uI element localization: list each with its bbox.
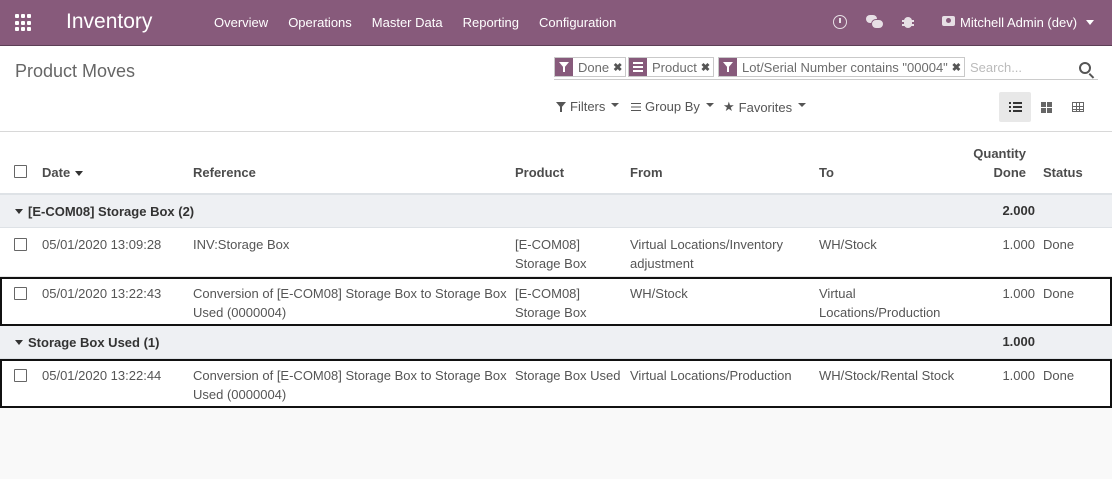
pivot-table-icon <box>1071 102 1084 112</box>
column-date[interactable]: Date <box>42 165 84 180</box>
facet-label: Product <box>652 59 697 75</box>
table-row[interactable]: 05/01/2020 13:22:43 Conversion of [E-COM… <box>0 277 1112 326</box>
cell-product: [E-COM08] Storage Box <box>515 286 587 320</box>
remove-facet-icon[interactable]: ✖ <box>701 61 713 74</box>
chevron-down-icon[interactable] <box>1086 20 1094 25</box>
cell-product: Storage Box Used <box>515 368 621 383</box>
cell-reference: Conversion of [E-COM08] Storage Box to S… <box>193 286 507 320</box>
facet-label: Done <box>578 59 610 75</box>
user-icon[interactable] <box>942 16 955 26</box>
search-input[interactable] <box>970 58 1074 76</box>
cell-from: Virtual Locations/Inventory adjustment <box>630 237 783 271</box>
caret-down-icon <box>15 209 23 214</box>
control-panel: Product Moves Done ✖ Product ✖ Lot/Seria… <box>0 46 1112 132</box>
filter-icon <box>719 58 737 76</box>
app-name[interactable]: Inventory <box>66 10 152 34</box>
row-checkbox[interactable] <box>14 287 27 300</box>
search-icon[interactable] <box>1079 62 1091 74</box>
clock-icon[interactable] <box>833 15 847 29</box>
product-moves-table: Date Reference Product From To Quantity … <box>0 132 1112 408</box>
pivot-view-button[interactable] <box>1062 92 1093 122</box>
group-name: [E-COM08] Storage Box (2) <box>28 204 195 219</box>
facet-label: Lot/Serial Number contains "00004" <box>742 59 948 75</box>
cell-date: 05/01/2020 13:09:28 <box>42 237 162 252</box>
caret-down-icon <box>611 102 620 107</box>
table-row[interactable]: 05/01/2020 13:22:44 Conversion of [E-COM… <box>0 359 1112 408</box>
list-icon <box>1008 102 1022 112</box>
cell-reference: INV:Storage Box <box>193 237 290 252</box>
remove-facet-icon[interactable]: ✖ <box>952 61 964 74</box>
group-by-icon <box>631 102 641 112</box>
menu-configuration[interactable]: Configuration <box>539 15 616 30</box>
group-row[interactable]: Storage Box Used (1) 1.000 <box>0 326 1112 359</box>
list-view-button[interactable] <box>999 92 1031 122</box>
menu-overview[interactable]: Overview <box>214 15 268 30</box>
group-by-icon <box>629 58 647 76</box>
cell-to: Virtual Locations/Production <box>819 286 941 320</box>
column-status[interactable]: Status <box>1043 165 1083 180</box>
column-from[interactable]: From <box>630 165 663 180</box>
filters-button[interactable]: Filters <box>556 99 620 114</box>
cell-reference: Conversion of [E-COM08] Storage Box to S… <box>193 368 507 402</box>
cell-quantity: 1.000 <box>1002 237 1035 252</box>
column-product[interactable]: Product <box>515 165 564 180</box>
filters-label: Filters <box>570 99 606 114</box>
filter-icon <box>556 101 566 112</box>
group-row[interactable]: [E-COM08] Storage Box (2) 2.000 <box>0 195 1112 228</box>
cell-from: WH/Stock <box>630 286 688 301</box>
table-row[interactable]: 05/01/2020 13:09:28 INV:Storage Box [E-C… <box>0 228 1112 277</box>
table-header: Date Reference Product From To Quantity … <box>0 132 1112 195</box>
facet-lot-serial: Lot/Serial Number contains "00004" ✖ <box>718 57 966 77</box>
caret-down-icon <box>705 102 714 107</box>
group-name: Storage Box Used (1) <box>28 335 160 350</box>
cell-status: Done <box>1043 286 1075 301</box>
cell-quantity: 1.000 <box>1002 286 1035 301</box>
cell-status: Done <box>1043 237 1075 252</box>
column-quantity-done[interactable]: Quantity <box>973 146 1026 161</box>
caret-down-icon <box>798 103 807 107</box>
breadcrumb: Product Moves <box>15 61 136 81</box>
row-checkbox[interactable] <box>14 369 27 382</box>
sort-desc-icon <box>75 171 84 176</box>
cell-quantity: 1.000 <box>1002 368 1035 383</box>
cell-to: WH/Stock <box>819 237 877 252</box>
top-navbar: Inventory Overview Operations Master Dat… <box>0 0 1112 46</box>
column-to[interactable]: To <box>819 165 834 180</box>
favorites-button[interactable]: ★ Favorites <box>723 99 807 115</box>
bug-icon[interactable] <box>902 14 914 29</box>
row-checkbox[interactable] <box>14 238 27 251</box>
cell-date: 05/01/2020 13:22:44 <box>42 368 162 383</box>
star-icon: ★ <box>723 99 735 114</box>
menu-reporting[interactable]: Reporting <box>463 15 519 30</box>
column-reference[interactable]: Reference <box>193 165 256 180</box>
search-bar: Done ✖ Product ✖ Lot/Serial Number conta… <box>554 56 1098 80</box>
cell-product: [E-COM08] Storage Box <box>515 237 587 271</box>
kanban-icon <box>1041 101 1052 113</box>
group-by-button[interactable]: Group By <box>631 99 714 114</box>
column-quantity-done-line2[interactable]: Done <box>994 165 1027 180</box>
menu-master-data[interactable]: Master Data <box>372 15 443 30</box>
menu-operations[interactable]: Operations <box>288 15 352 30</box>
facet-done: Done ✖ <box>554 57 627 77</box>
group-total: 1.000 <box>1002 334 1035 349</box>
group-total: 2.000 <box>1002 203 1035 218</box>
caret-down-icon <box>15 340 23 345</box>
select-all-checkbox[interactable] <box>14 165 27 178</box>
apps-icon[interactable] <box>15 14 33 32</box>
facet-product: Product ✖ <box>628 57 715 77</box>
user-menu[interactable]: Mitchell Admin (dev) <box>960 15 1077 30</box>
favorites-label: Favorites <box>738 99 793 115</box>
main-menu: Overview Operations Master Data Reportin… <box>214 15 636 30</box>
remove-facet-icon[interactable]: ✖ <box>613 61 625 74</box>
cell-to: WH/Stock/Rental Stock <box>819 368 955 383</box>
cell-status: Done <box>1043 368 1075 383</box>
filter-icon <box>555 58 573 76</box>
kanban-view-button[interactable] <box>1031 92 1062 122</box>
cell-date: 05/01/2020 13:22:43 <box>42 286 162 301</box>
cell-from: Virtual Locations/Production <box>630 368 792 383</box>
group-by-label: Group By <box>645 99 700 114</box>
chat-icon[interactable] <box>866 15 884 29</box>
